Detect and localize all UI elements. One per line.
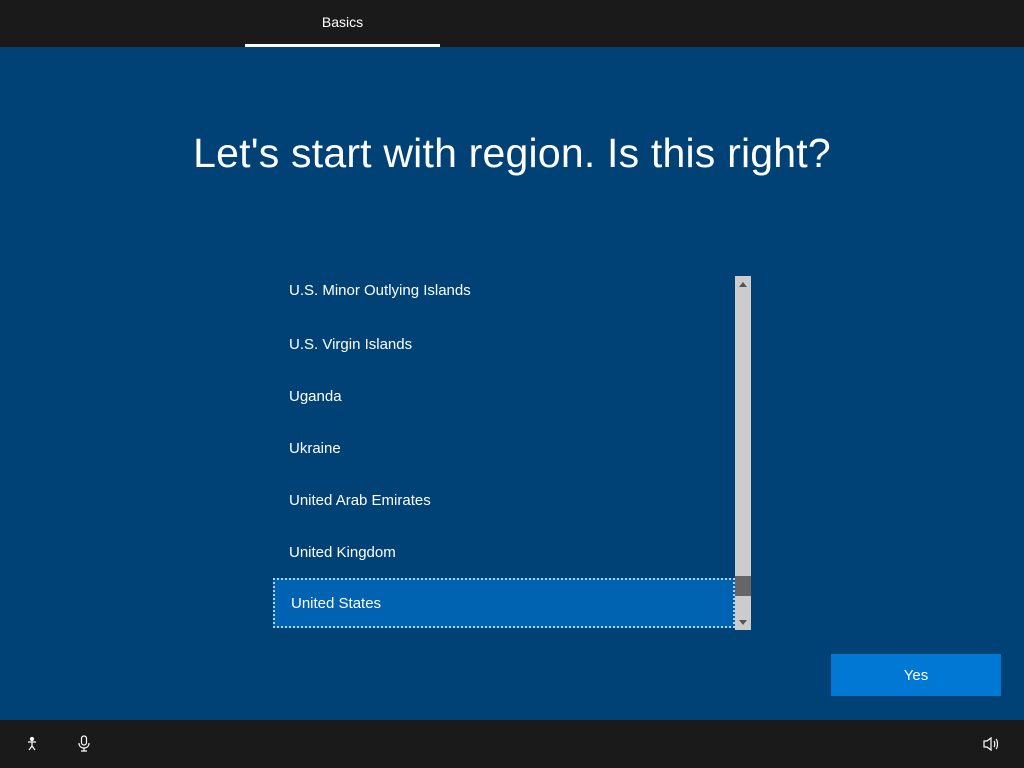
list-item-label: Ukraine (289, 440, 341, 457)
bottom-bar (0, 720, 1024, 768)
list-item-label: United Arab Emirates (289, 492, 431, 509)
accessibility-icon[interactable] (16, 728, 48, 760)
list-item[interactable]: U.S. Virgin Islands (273, 318, 735, 370)
region-list[interactable]: U.S. Minor Outlying Islands U.S. Virgin … (273, 276, 735, 630)
list-item[interactable]: United Kingdom (273, 526, 735, 578)
yes-button[interactable]: Yes (831, 654, 1001, 696)
list-item-label: United States (291, 595, 381, 612)
main-content: Let's start with region. Is this right? … (0, 47, 1024, 720)
scroll-down-icon[interactable] (735, 614, 751, 630)
yes-button-label: Yes (904, 667, 928, 684)
list-item[interactable]: United Arab Emirates (273, 474, 735, 526)
scrollbar[interactable] (735, 276, 751, 630)
list-item-label: United Kingdom (289, 544, 396, 561)
list-item[interactable]: U.S. Minor Outlying Islands (273, 276, 735, 318)
scroll-up-icon[interactable] (735, 276, 751, 292)
list-item[interactable]: Ukraine (273, 422, 735, 474)
list-item-label: U.S. Virgin Islands (289, 336, 412, 353)
list-item[interactable]: Uganda (273, 370, 735, 422)
list-item-label: Uganda (289, 388, 342, 405)
list-item-label: U.S. Minor Outlying Islands (289, 282, 471, 299)
region-list-container: U.S. Minor Outlying Islands U.S. Virgin … (273, 276, 751, 630)
volume-icon[interactable] (976, 728, 1008, 760)
scroll-thumb[interactable] (735, 576, 751, 596)
tab-label: Basics (322, 14, 363, 30)
top-bar: Basics (0, 0, 1024, 47)
page-heading: Let's start with region. Is this right? (0, 130, 1024, 177)
tab-basics[interactable]: Basics (245, 0, 440, 47)
list-item-selected[interactable]: United States (273, 578, 735, 628)
microphone-icon[interactable] (68, 728, 100, 760)
